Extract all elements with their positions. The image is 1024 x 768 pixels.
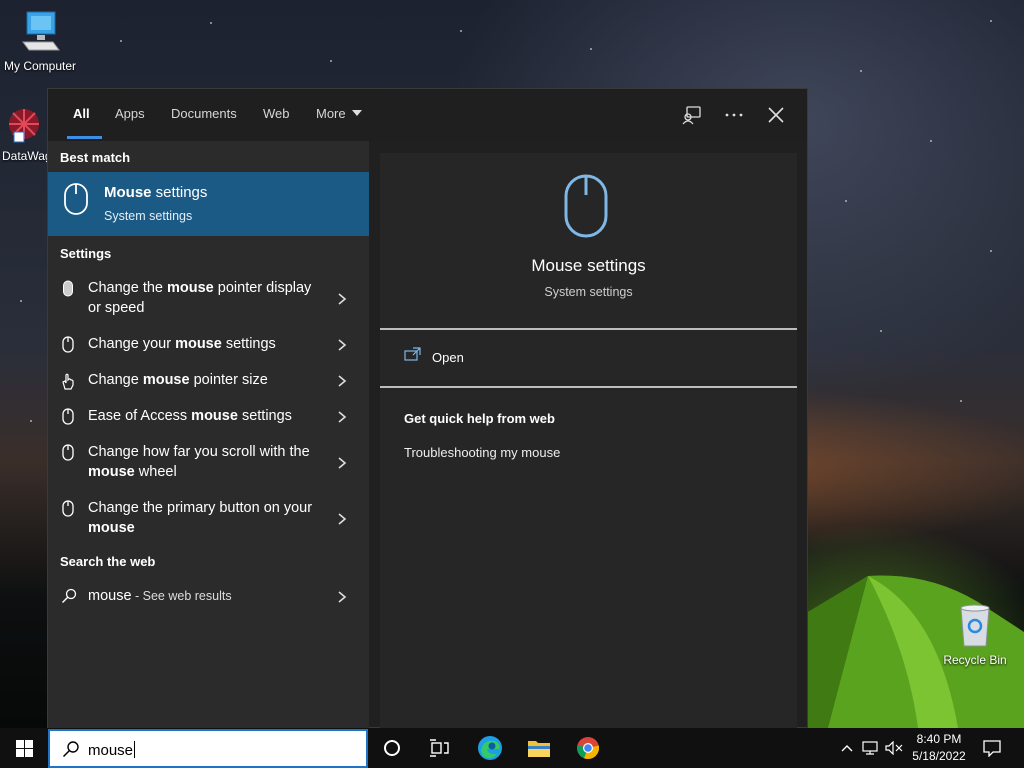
network-button[interactable]	[860, 728, 882, 768]
web-search-label: mouse - See web results	[88, 588, 232, 604]
task-view-icon	[430, 739, 449, 757]
recycle-bin-icon	[960, 604, 990, 647]
notification-icon	[983, 739, 1001, 757]
chevron-right-icon	[338, 457, 347, 469]
edge-browser-icon	[478, 736, 502, 760]
quick-help-link[interactable]: Troubleshooting my mouse	[404, 445, 560, 460]
mouse-icon	[62, 500, 74, 517]
task-view-button[interactable]	[420, 728, 460, 768]
search-icon	[62, 588, 77, 603]
mouse-icon	[62, 336, 74, 353]
mouse-pointer-icon	[63, 280, 73, 297]
desktop-icon-recycle-bin[interactable]: Recycle Bin	[935, 602, 1015, 667]
chevron-right-icon	[338, 339, 347, 351]
search-tabs-bar: All Apps Documents Web More	[48, 89, 807, 141]
search-icon	[62, 741, 79, 758]
caret-down-icon	[352, 110, 363, 116]
tab-more[interactable]: More	[316, 106, 363, 121]
settings-item-label: Ease of Access mouse settings	[88, 408, 292, 424]
edge-button[interactable]	[470, 728, 510, 768]
results-list: Best match Mouse settings System setting…	[48, 141, 369, 729]
taskbar: mouse 8:40 PM 5/18/2022	[0, 728, 1024, 768]
search-panel: All Apps Documents Web More Best match M…	[47, 88, 808, 729]
best-match-heading: Best match	[60, 150, 131, 165]
best-match-subtitle: System settings	[104, 209, 193, 223]
more-options-icon[interactable]	[722, 103, 746, 127]
mouse-icon	[564, 174, 608, 238]
mouse-icon	[62, 444, 74, 461]
divider	[380, 386, 797, 388]
datawag-icon	[9, 109, 39, 143]
clock-date: 5/18/2022	[912, 749, 966, 763]
clock-time: 8:40 PM	[916, 732, 962, 746]
network-icon	[862, 741, 878, 755]
chrome-button[interactable]	[568, 728, 608, 768]
chevron-right-icon	[338, 293, 347, 305]
mouse-icon	[64, 183, 88, 215]
folder-icon	[528, 741, 550, 757]
divider	[380, 328, 797, 330]
cortana-button[interactable]	[372, 728, 412, 768]
active-tab-indicator	[67, 136, 102, 139]
preview-title: Mouse settings	[531, 256, 646, 275]
taskbar-search-box[interactable]: mouse	[48, 729, 368, 768]
start-button[interactable]	[0, 728, 48, 768]
search-web-heading: Search the web	[60, 554, 156, 569]
chrome-icon	[577, 737, 600, 760]
system-clock[interactable]: 8:40 PM 5/18/2022	[906, 731, 972, 765]
settings-item-label: Change the mouse pointer display or spee…	[88, 280, 312, 316]
chevron-up-icon	[841, 745, 853, 752]
desktop-icon-label: My Computer	[3, 59, 77, 73]
desktop-icon-label: Recycle Bin	[943, 653, 1007, 667]
feedback-icon[interactable]	[680, 103, 704, 127]
tab-documents[interactable]: Documents	[171, 106, 237, 121]
volume-muted-icon	[885, 741, 903, 755]
close-icon[interactable]	[764, 103, 788, 127]
settings-item-label: Change mouse pointer size	[88, 372, 268, 388]
cortana-icon	[384, 740, 400, 756]
desktop-icon-my-computer[interactable]: My Computer	[0, 8, 80, 73]
windows-logo-icon	[15, 739, 33, 757]
monitor-icon	[22, 11, 60, 51]
chevron-right-icon	[338, 591, 347, 603]
mouse-icon	[62, 408, 74, 425]
best-match-item[interactable]: Mouse settings System settings	[48, 172, 369, 236]
quick-help-heading: Get quick help from web	[404, 411, 555, 426]
file-explorer-button[interactable]	[519, 728, 559, 768]
search-input-value: mouse	[88, 741, 136, 759]
open-action[interactable]: Open	[432, 350, 464, 365]
show-hidden-icons-button[interactable]	[838, 728, 856, 768]
tab-all[interactable]: All	[73, 106, 90, 121]
settings-heading: Settings	[60, 246, 112, 261]
preview-subtitle: System settings	[544, 285, 633, 299]
tab-web[interactable]: Web	[263, 106, 290, 121]
desktop-icon-label: DataWag	[2, 149, 52, 163]
tab-more-label: More	[316, 106, 346, 121]
hand-pointer-icon	[62, 373, 74, 390]
settings-item-label: Change your mouse settings	[88, 336, 276, 352]
chevron-right-icon	[338, 513, 347, 525]
settings-item-label: Change the primary button on your mouse	[88, 500, 313, 536]
best-match-title: Mouse settings	[104, 184, 208, 201]
tab-apps[interactable]: Apps	[115, 106, 145, 121]
action-center-button[interactable]	[978, 728, 1006, 768]
chevron-right-icon	[338, 375, 347, 387]
volume-button[interactable]	[884, 728, 904, 768]
settings-item-label: Change how far you scroll with the mouse…	[88, 444, 310, 480]
chevron-right-icon	[338, 411, 347, 423]
desktop-icon-datawag[interactable]: DataWag	[0, 104, 52, 163]
open-icon	[404, 347, 421, 361]
preview-pane: Mouse settings System settings Open Get …	[380, 153, 797, 729]
